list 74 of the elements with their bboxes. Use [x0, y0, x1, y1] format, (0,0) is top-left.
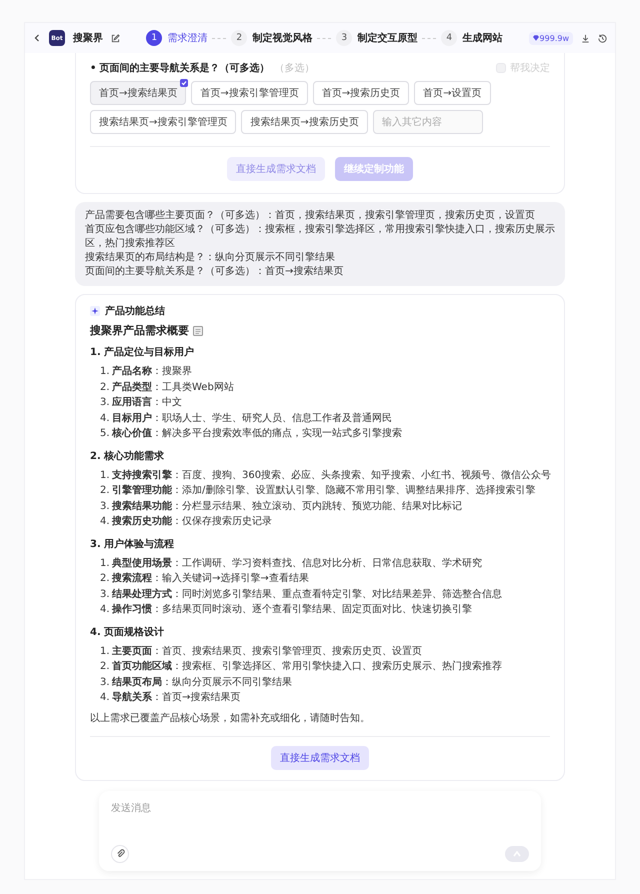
list-number: 1. — [100, 556, 111, 570]
list-item-text: 支持搜索引擎：百度、搜狗、360搜索、必应、头条搜索、知乎搜索、小红书、视频号、微信公众号 — [112, 468, 552, 482]
clipboard-icon — [193, 326, 203, 336]
step-label[interactable]: 需求澄清 — [167, 31, 208, 45]
message-line: 页面间的主要导航关系是？（可多选）：首页→搜索结果页 — [85, 265, 344, 279]
list-number: 3. — [100, 676, 111, 690]
list-number: 2. — [100, 380, 111, 394]
list-item-text: 结果页布局：纵向分页展示不同引擎结果 — [112, 676, 292, 690]
option-chip[interactable]: 搜索结果页→搜索历史页 — [241, 110, 368, 134]
credits-badge: 999.9w — [528, 32, 573, 44]
message-line: 首页应包含哪些功能区域？（可多选）：搜索框，搜索引擎选择区，常用搜索引擎快捷入口，搜索历史展示区，热门搜索推荐区 — [85, 223, 555, 251]
multi-select-hint: （多选） — [274, 62, 314, 75]
step-label[interactable]: 制定交互原型 — [357, 31, 418, 45]
message-line: 产品需要包含哪些主要页面？（可多选）：首页，搜索结果页，搜索引擎管理页，搜索历史页，设置页 — [85, 209, 536, 223]
list-item-text: 目标用户：职场人士、学生、研究人员、信息工作者及普通网民 — [112, 411, 392, 426]
list-item-text: 产品名称：搜聚界 — [112, 364, 192, 379]
back-icon[interactable] — [33, 34, 41, 42]
list-number: 3. — [100, 396, 111, 410]
list-number: 4. — [100, 603, 111, 617]
list-item-text: 首页功能区域：搜索框、引擎选择区、常用引擎快捷入口、搜索历史展示、热门搜索推荐 — [112, 660, 502, 674]
list-number: 1. — [100, 468, 111, 482]
list-item-text: 导航关系：首页→搜索结果页 — [112, 690, 240, 705]
summary-label: 产品功能总结 — [105, 304, 165, 318]
option-chip[interactable]: 首页→搜索历史页 — [312, 81, 410, 105]
history-icon[interactable] — [598, 34, 607, 42]
step-label[interactable]: 制定视觉风格 — [252, 31, 312, 45]
option-chip[interactable]: 搜索结果页→搜索引擎管理页 — [90, 110, 236, 134]
list-item-text: 产品类型：工具类Web网站 — [112, 380, 234, 394]
list-item-text: 应用语言：中文 — [112, 395, 182, 410]
closing-text: 以上需求已覆盖产品核心场景，如需补充或细化，请随时告知。 — [90, 712, 371, 724]
list-item-text: 搜索结果功能：分栏显示结果、独立滚动、页内跳转、预览功能、结果对比标记 — [112, 500, 462, 514]
list-item-text: 结果处理方式：同时浏览多引擎结果、重点查看特定引擎、对比结果差异、筛选整合信息 — [112, 587, 502, 602]
list-item-text: 主要页面：首页、搜索结果页、搜索引擎管理页、搜索历史页、设置页 — [112, 644, 422, 658]
list-number: 3. — [100, 588, 111, 602]
list-item-text: 搜索流程：输入关键词→选择引擎→查看结果 — [112, 571, 309, 586]
section-heading: 4. 页面规格设计 — [90, 626, 166, 638]
message-line: 搜索结果页的布局结构是？：纵向分页展示不同引擎结果 — [85, 251, 336, 265]
list-number: 4. — [100, 515, 111, 529]
list-number: 1. — [100, 644, 111, 658]
list-number: 2. — [100, 572, 111, 586]
list-number: 2. — [100, 660, 111, 674]
option-chip[interactable]: 首页→搜索结果页 — [90, 81, 186, 105]
list-number: 3. — [100, 500, 111, 514]
list-item-text: 引擎管理功能：添加/删除引擎、设置默认引擎、隐藏不常用引擎、调整结果排序、选择搜索引擎 — [112, 484, 536, 498]
check-icon — [180, 79, 188, 87]
list-item-text: 搜索历史功能：仅保存搜索历史记录 — [112, 514, 272, 529]
sparkle-icon — [90, 306, 100, 316]
list-item-text: 操作习惯：多结果页同时滚动、逐个查看引擎结果、固定页面对比、快速切换引擎 — [112, 602, 472, 617]
section-heading: 3. 用户体验与流程 — [90, 537, 176, 550]
summary-title: 搜聚界产品需求概要 — [90, 323, 550, 338]
step-number: 4 — [441, 30, 458, 46]
custom-input-field[interactable]: 输入其它内容 — [372, 110, 483, 134]
generate-doc-button[interactable]: 直接生成需求文档 — [271, 746, 369, 770]
step-number: 1 — [146, 30, 162, 46]
list-number: 4. — [100, 412, 111, 426]
step-number: 2 — [231, 30, 248, 46]
edit-icon[interactable] — [111, 34, 120, 42]
list-item-text: 核心价值：解决多平台搜索效率低的痛点，实现一站式多引擎搜索 — [112, 426, 402, 441]
step-label[interactable]: 生成网站 — [462, 31, 502, 45]
list-item-text: 典型使用场景：工作调研、学习资料查找、信息对比分析、日常信息获取、学术研究 — [112, 556, 482, 570]
list-number: 2. — [100, 484, 111, 498]
list-number: 4. — [100, 691, 111, 705]
list-number: 5. — [100, 427, 111, 441]
option-chip[interactable]: 首页→设置页 — [414, 81, 491, 105]
download-icon[interactable] — [581, 34, 590, 42]
step-number: 3 — [336, 30, 352, 46]
attach-icon[interactable] — [111, 844, 129, 862]
section-heading: 2. 核心功能需求 — [90, 449, 166, 462]
question-text: 页面间的主要导航关系是？（可多选） — [99, 61, 270, 75]
section-heading: 1. 产品定位与目标用户 — [90, 345, 196, 359]
list-number: 1. — [100, 365, 111, 379]
option-chip[interactable]: 首页→搜索引擎管理页 — [191, 81, 308, 105]
bullet: • — [90, 62, 96, 74]
project-title: 搜聚界 — [73, 32, 103, 45]
